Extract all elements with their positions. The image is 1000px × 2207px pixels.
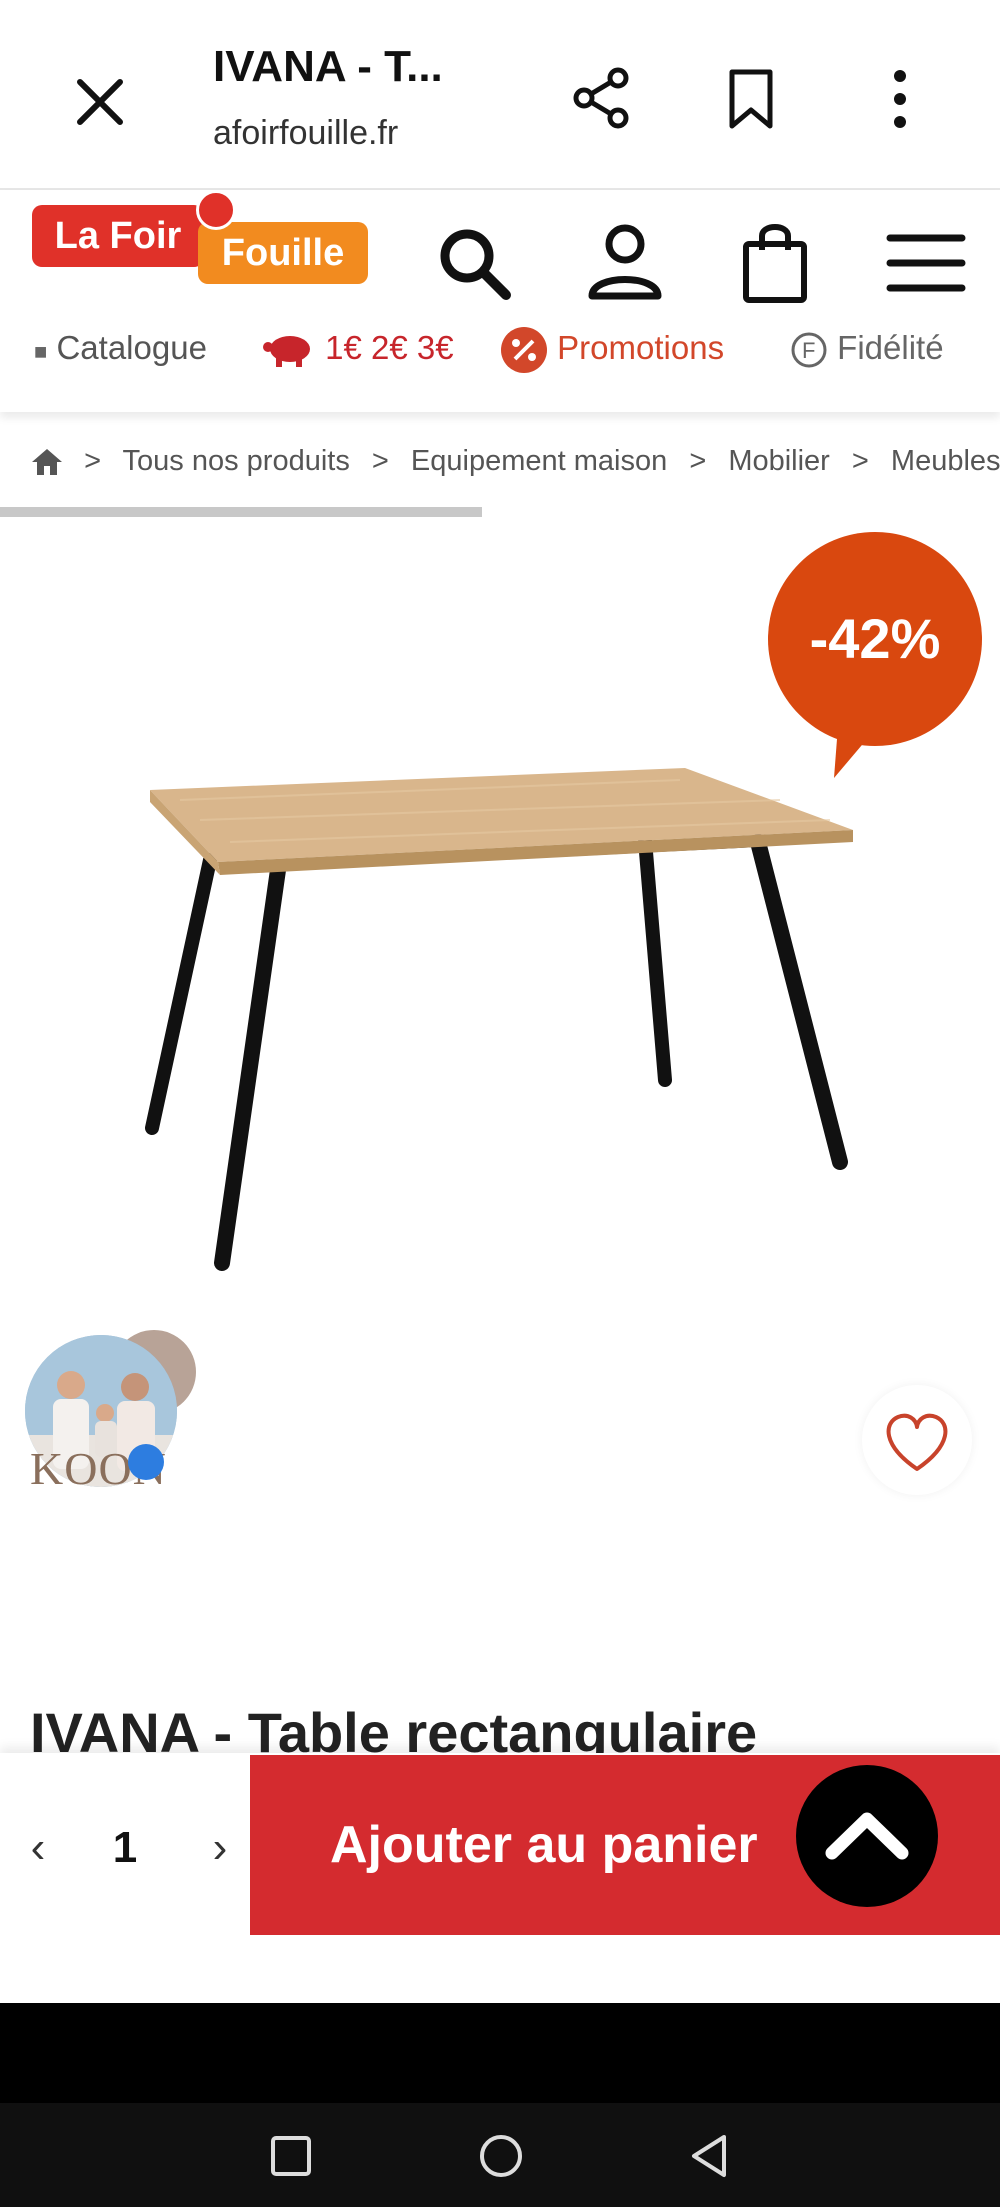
breadcrumb-item[interactable]: Meubles	[891, 445, 1000, 477]
home-icon[interactable]	[30, 447, 64, 477]
breadcrumb-separator: >	[851, 445, 869, 477]
nav-promotions[interactable]: Promotions	[500, 318, 724, 378]
heart-icon	[886, 1413, 948, 1471]
page-title: IVANA - T...	[213, 42, 443, 91]
product-image[interactable]	[140, 760, 860, 1280]
account-icon[interactable]	[586, 222, 664, 302]
logo-bubble-icon	[196, 190, 236, 230]
browser-toolbar	[0, 0, 1000, 190]
breadcrumb-separator: >	[689, 445, 707, 477]
quantity-decrease-button[interactable]: ‹	[18, 1818, 58, 1878]
breadcrumb: > Tous nos produits > Equipement maison …	[30, 436, 1000, 486]
bookmark-icon[interactable]	[724, 68, 778, 130]
scroll-to-top-button[interactable]	[796, 1765, 938, 1907]
breadcrumb-item[interactable]: Equipement maison	[411, 445, 667, 477]
black-strip	[0, 2003, 1000, 2103]
close-icon[interactable]	[70, 72, 130, 132]
catalogue-icon: ■	[34, 339, 48, 364]
quantity-value[interactable]: 1	[105, 1818, 145, 1878]
menu-icon[interactable]	[886, 232, 966, 294]
piggy-bank-icon	[263, 336, 310, 368]
chat-icon[interactable]	[128, 1444, 164, 1480]
search-icon[interactable]	[436, 225, 514, 303]
logo-part-1[interactable]: La Foir	[32, 205, 204, 267]
nav-prices[interactable]: 1€ 2€ 3€	[262, 318, 454, 378]
quantity-increase-button[interactable]: ›	[200, 1818, 240, 1878]
breadcrumb-item[interactable]: Tous nos produits	[123, 445, 350, 477]
favorite-button[interactable]	[862, 1385, 972, 1495]
svg-text:F: F	[802, 338, 815, 363]
nav-fidelite[interactable]: F Fidélité	[790, 318, 944, 378]
image-carousel-progress	[0, 507, 482, 517]
breadcrumb-separator: >	[84, 445, 101, 477]
page-url: afoirfouille.fr	[213, 114, 399, 152]
more-options-icon[interactable]	[880, 66, 920, 132]
logo-part-2[interactable]: Fouille	[198, 222, 368, 284]
discount-badge: -42%	[768, 532, 982, 746]
chevron-up-icon	[825, 1812, 909, 1860]
nav-catalogue[interactable]: ■ Catalogue	[34, 318, 207, 382]
site-nav: ■ Catalogue 1€ 2€ 3€ Promotions F Fidéli…	[0, 318, 1000, 378]
cart-icon[interactable]	[740, 220, 810, 304]
share-icon[interactable]	[570, 66, 634, 130]
loyalty-icon: F	[791, 332, 827, 368]
breadcrumb-item[interactable]: Mobilier	[728, 445, 830, 477]
percent-badge-icon	[501, 327, 547, 374]
back-icon[interactable]	[688, 2133, 730, 2179]
breadcrumb-separator: >	[371, 445, 389, 477]
home-button-icon[interactable]	[478, 2133, 524, 2179]
recent-apps-icon[interactable]	[270, 2135, 312, 2177]
system-navigation-bar	[0, 2103, 1000, 2207]
